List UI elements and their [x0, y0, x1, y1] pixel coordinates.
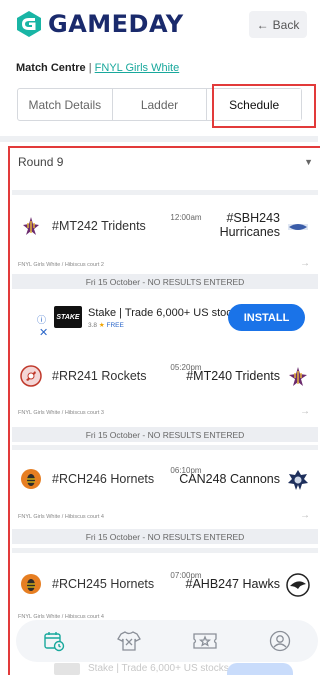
- ad-price: FREE: [106, 322, 124, 329]
- match-venue[interactable]: FNYL Girls White / Hibiscus court 3 →: [18, 406, 318, 417]
- install-button[interactable]: INSTALL: [228, 304, 305, 331]
- ad-banner-faded: Stake | Trade 6,000+ US stocks: [52, 663, 318, 675]
- nav-tickets[interactable]: [185, 626, 225, 656]
- gameday-g-icon: [17, 11, 41, 37]
- tridents-logo-icon: [289, 367, 307, 386]
- caret-down-icon: ▼: [304, 157, 313, 167]
- match-venue-text: FNYL Girls White / Hibiscus court 3: [18, 410, 104, 416]
- match-row[interactable]: #RCH245 Hornets 07:00pm #AHB247 Hawks: [12, 563, 318, 613]
- hurricanes-logo-icon: [288, 224, 308, 230]
- section-divider: [0, 136, 318, 142]
- match-venue[interactable]: FNYL Girls White / Hibiscus court 4 →: [18, 510, 318, 521]
- nav-schedule[interactable]: [34, 626, 74, 656]
- section-divider: [12, 190, 318, 195]
- competition-link[interactable]: FNYL Girls White: [95, 62, 180, 74]
- ticket-star-icon: [193, 633, 217, 649]
- stake-logo-faded: [54, 663, 80, 675]
- ad-title: Stake | Trade 6,000+ US stocks: [88, 307, 243, 319]
- match-venue[interactable]: FNYL Girls White / Hibiscus court 2 →: [18, 258, 318, 269]
- back-label: Back: [272, 17, 300, 32]
- tab-ladder[interactable]: Ladder: [113, 89, 208, 120]
- user-icon: [270, 630, 291, 652]
- ad-banner[interactable]: ⓘ ✕ STAKE Stake | Trade 6,000+ US stocks…: [12, 296, 318, 344]
- match-status-bar: Fri 15 October - NO RESULTS ENTERED: [12, 529, 318, 544]
- bottom-nav: [16, 620, 318, 662]
- away-team-name: CAN248 Cannons: [179, 472, 280, 486]
- section-divider: [12, 548, 318, 553]
- away-team-name: #AHB247 Hawks: [185, 577, 281, 591]
- schedule-tab-highlight: [212, 84, 316, 128]
- tab-match-details[interactable]: Match Details: [18, 89, 113, 120]
- stake-logo: STAKE: [54, 306, 82, 328]
- ad-info-icon[interactable]: ⓘ: [37, 313, 46, 326]
- round-select[interactable]: Round 9 ▼: [18, 155, 318, 179]
- ad-rating: 3.8 ★ FREE: [88, 321, 124, 329]
- breadcrumb-title: Match Centre: [16, 62, 86, 74]
- arrow-left-icon: ←: [256, 17, 269, 32]
- arrow-right-icon: →: [300, 258, 310, 269]
- hawks-logo-icon: [286, 573, 310, 597]
- breadcrumb: Match Centre | FNYL Girls White: [16, 62, 179, 74]
- nav-profile[interactable]: [260, 626, 300, 656]
- brand-name: GAMEDAY: [48, 10, 184, 38]
- match-status-bar: Fri 15 October - NO RESULTS ENTERED: [12, 274, 318, 289]
- section-divider: [12, 445, 318, 450]
- match-status-bar: Fri 15 October - NO RESULTS ENTERED: [12, 427, 318, 442]
- ad-close-icon[interactable]: ✕: [39, 326, 48, 339]
- calendar-clock-icon: [44, 632, 64, 652]
- match-row[interactable]: #RCH246 Hornets 06:10pm CAN248 Cannons: [12, 458, 318, 508]
- install-button-faded: [227, 663, 293, 675]
- away-team-name: #SBH243 Hurricanes: [219, 211, 280, 239]
- match-venue-text: FNYL Girls White / Hibiscus court 4: [18, 514, 104, 520]
- gameday-logo[interactable]: GAMEDAY: [16, 10, 184, 38]
- breadcrumb-separator: |: [88, 62, 92, 74]
- back-button[interactable]: ← Back: [249, 11, 307, 38]
- jersey-icon: [117, 631, 142, 651]
- nav-teams[interactable]: [109, 626, 149, 656]
- round-select-value: Round 9: [18, 155, 64, 169]
- match-row[interactable]: #MT242 Tridents 12:00am #SBH243 Hurrican…: [12, 205, 318, 255]
- arrow-right-icon: →: [300, 406, 310, 417]
- cannons-logo-icon: [288, 470, 308, 490]
- ad-rating-value: 3.8: [88, 322, 98, 329]
- ad-title-faded: Stake | Trade 6,000+ US stocks: [88, 663, 229, 674]
- arrow-right-icon: →: [300, 510, 310, 521]
- app-header: GAMEDAY ← Back: [0, 0, 318, 50]
- match-row[interactable]: #RR241 Rockets 05:20pm #MT240 Tridents: [12, 355, 318, 405]
- star-icon: ★: [98, 322, 105, 329]
- match-venue-text: FNYL Girls White / Hibiscus court 2: [18, 262, 104, 268]
- away-team-name: #MT240 Tridents: [186, 369, 280, 383]
